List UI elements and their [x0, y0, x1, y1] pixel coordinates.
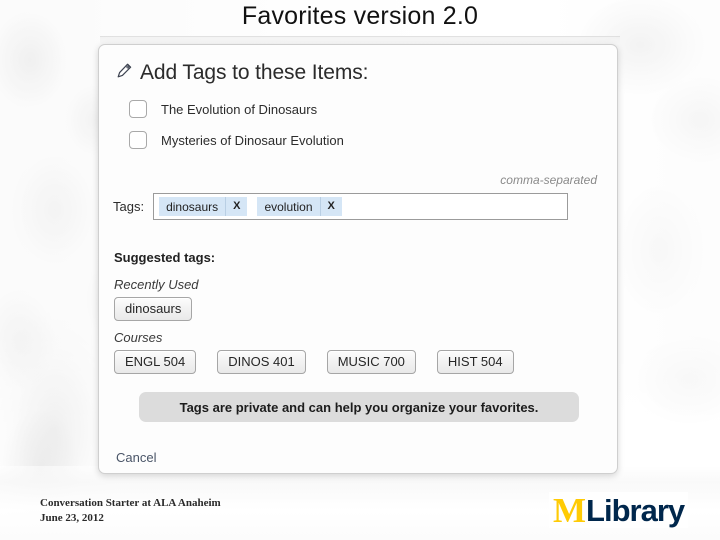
screenshot-region: Add Tags to these Items: The Evolution o… [98, 36, 622, 482]
suggested-tags-title: Suggested tags: [114, 250, 216, 265]
suggested-group-label-recent: Recently Used [114, 277, 199, 292]
tag-chip[interactable]: evolution X [257, 197, 342, 216]
suggested-tag-button[interactable]: dinosaurs [114, 297, 193, 321]
dialog-heading-text: Add Tags to these Items: [140, 61, 369, 84]
cancel-button[interactable]: Cancel [116, 450, 156, 465]
footer-credit: Conversation Starter at ALA Anaheim June… [40, 496, 221, 526]
course-tag-button[interactable]: MUSIC 700 [326, 350, 416, 374]
course-tag-button[interactable]: DINOS 401 [217, 350, 306, 374]
library-wordmark: Library [586, 492, 685, 528]
footer-line-2: June 23, 2012 [40, 512, 104, 524]
item-label: The Evolution of Dinosaurs [161, 101, 318, 117]
tags-input[interactable]: dinosaurs X evolution X [153, 193, 569, 220]
footer-line-1: Conversation Starter at ALA Anaheim [40, 497, 221, 509]
tag-chip-remove-icon[interactable]: X [319, 197, 342, 216]
add-tags-dialog: Add Tags to these Items: The Evolution o… [98, 44, 618, 474]
suggested-recent-buttons: dinosaurs [114, 297, 193, 321]
tags-label: Tags: [113, 199, 145, 214]
privacy-notice-text: Tags are private and can help you organi… [179, 399, 539, 415]
um-library-logo: M Library [549, 490, 689, 530]
privacy-notice-banner: Tags are private and can help you organi… [139, 392, 579, 422]
item-row[interactable]: Mysteries of Dinosaur Evolution [129, 131, 344, 149]
michigan-block-m-icon: M [553, 490, 586, 530]
item-checkbox[interactable] [129, 131, 147, 149]
course-tag-button[interactable]: HIST 504 [436, 350, 514, 374]
tags-field-row: Tags: dinosaurs X evolution X [113, 193, 569, 220]
tag-chip-remove-icon[interactable]: X [225, 197, 247, 216]
item-row[interactable]: The Evolution of Dinosaurs [129, 100, 317, 118]
comma-separated-hint: comma-separated [500, 173, 597, 187]
tag-icon [116, 62, 133, 84]
tag-chip-label: evolution [264, 199, 313, 214]
tag-chip-label: dinosaurs [166, 199, 219, 214]
slide-title: Favorites version 2.0 [241, 2, 479, 30]
item-label: Mysteries of Dinosaur Evolution [161, 132, 344, 148]
suggested-group-label-courses: Courses [114, 330, 163, 345]
course-tag-button[interactable]: ENGL 504 [114, 350, 197, 374]
item-checkbox[interactable] [129, 100, 147, 118]
tag-chip[interactable]: dinosaurs X [159, 197, 248, 216]
suggested-course-buttons: ENGL 504 DINOS 401 MUSIC 700 HIST 504 [114, 350, 514, 374]
dialog-heading: Add Tags to these Items: [116, 61, 368, 85]
